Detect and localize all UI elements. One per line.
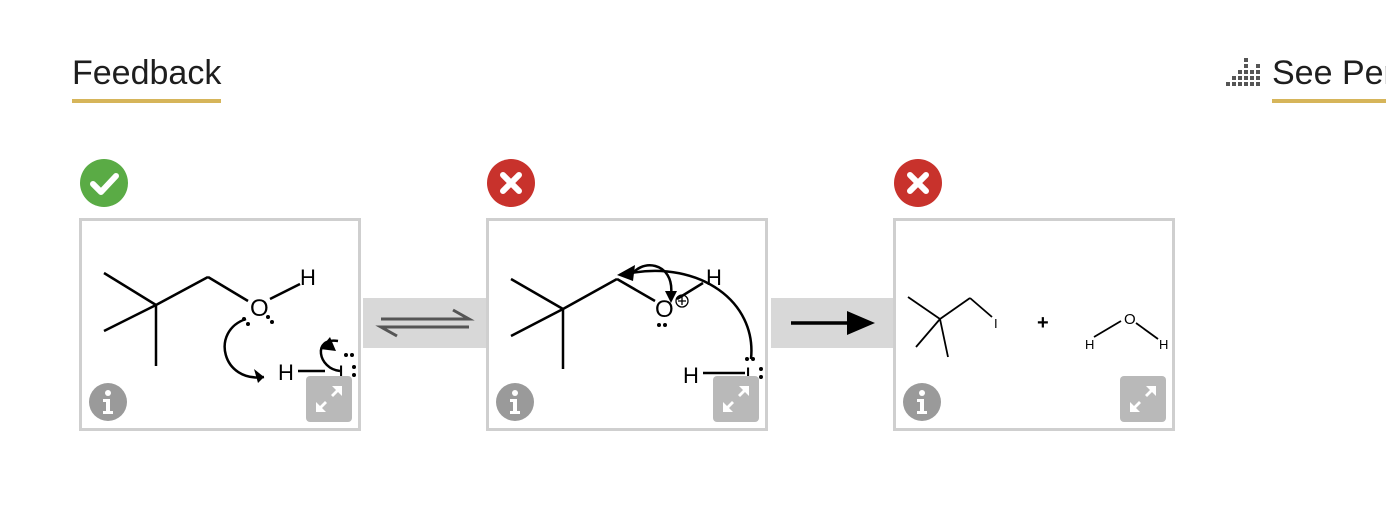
atom-oxygen: O	[1124, 311, 1136, 328]
atom-hydrogen-top: H	[706, 265, 722, 290]
equilibrium-arrow-icon	[375, 308, 475, 338]
atom-hydrogen-left: H	[1085, 337, 1094, 352]
expand-button[interactable]	[713, 376, 759, 422]
atom-hydrogen-top: H	[300, 265, 316, 290]
equilibrium-connector	[363, 298, 486, 348]
mechanism-step-2[interactable]: O H H I	[486, 218, 768, 431]
expand-button[interactable]	[1120, 376, 1166, 422]
mechanism-step-1[interactable]: O H H I	[79, 218, 361, 431]
atom-hydrogen-right: H	[1159, 337, 1168, 352]
atom-oxygen: O	[655, 296, 674, 323]
expand-button[interactable]	[306, 376, 352, 422]
atom-oxygen: O	[250, 295, 269, 322]
mechanism-step-3[interactable]: I + O H H	[893, 218, 1175, 431]
expand-icon	[316, 386, 342, 412]
reaction-connector	[771, 298, 893, 348]
info-icon[interactable]	[902, 382, 942, 422]
tab-feedback[interactable]: Feedback	[72, 54, 222, 103]
atom-hydrogen: H	[278, 360, 294, 385]
expand-icon	[1130, 386, 1156, 412]
tab-see-performance[interactable]: See Per	[1272, 54, 1386, 103]
reaction-arrow-icon	[791, 311, 875, 335]
info-icon[interactable]	[495, 382, 535, 422]
info-icon[interactable]	[88, 382, 128, 422]
atom-iodine: I	[994, 316, 998, 331]
bar-chart-icon[interactable]	[1226, 54, 1264, 90]
x-circle-icon	[894, 159, 942, 207]
plus-sign: +	[1037, 312, 1049, 334]
x-circle-icon	[487, 159, 535, 207]
check-circle-icon	[80, 159, 128, 207]
expand-icon	[723, 386, 749, 412]
atom-hydrogen: H	[683, 363, 699, 388]
